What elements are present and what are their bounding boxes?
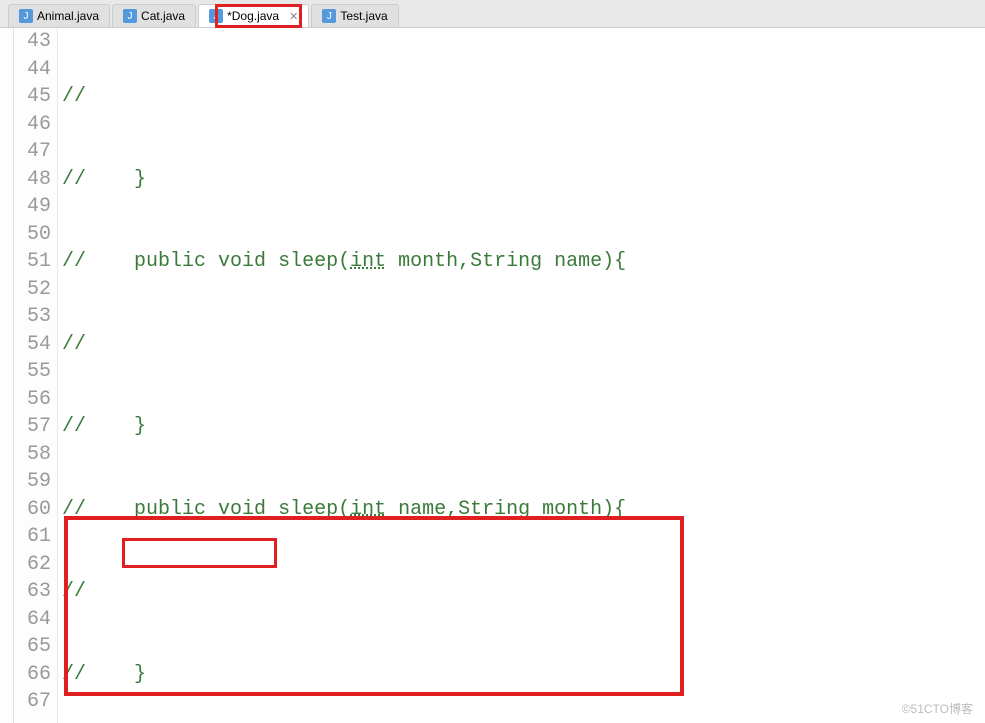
code-line: // public void sleep(int month,String na… [62,248,985,276]
line-number: 55 [14,358,51,386]
line-number: 59 [14,468,51,496]
line-number: 49 [14,193,51,221]
line-number: 60 [14,496,51,524]
tab-test[interactable]: J Test.java [311,4,398,27]
line-number: 62 [14,551,51,579]
line-number-gutter: 43 44 45 46 47 48 49 50 51 52 53 54 55 5… [14,28,58,723]
code-editor[interactable]: 43 44 45 46 47 48 49 50 51 52 53 54 55 5… [0,28,985,723]
java-file-icon: J [209,9,223,23]
code-line: // [62,83,985,111]
line-number: 53 [14,303,51,331]
tab-label: *Dog.java [227,9,279,23]
line-number: 64 [14,606,51,634]
line-number: 46 [14,111,51,139]
tab-dog[interactable]: J *Dog.java ✕ [198,4,309,27]
line-number: 44 [14,56,51,84]
tab-label: Animal.java [37,9,99,23]
line-number: 66 [14,661,51,689]
java-file-icon: J [322,9,336,23]
tab-animal[interactable]: J Animal.java [8,4,110,27]
line-number: 61 [14,523,51,551]
line-number: 45 [14,83,51,111]
java-file-icon: J [19,9,33,23]
tab-label: Cat.java [141,9,185,23]
line-number: 52 [14,276,51,304]
line-number: 48 [14,166,51,194]
tab-cat[interactable]: J Cat.java [112,4,196,27]
code-area[interactable]: // // } // public void sleep(int month,S… [58,28,985,723]
code-line: // } [62,166,985,194]
line-number: 65 [14,633,51,661]
line-number: 50 [14,221,51,249]
line-number: 51 [14,248,51,276]
editor-left-margin [0,28,14,723]
line-number: 63 [14,578,51,606]
code-line: // [62,331,985,359]
line-number: 57 [14,413,51,441]
code-line: // public void sleep(int name,String mon… [62,496,985,524]
code-line: // } [62,413,985,441]
watermark: ©51CTO博客 [902,700,973,717]
line-number: 67 [14,688,51,716]
tab-label: Test.java [340,9,387,23]
code-line: // [62,578,985,606]
code-line: // } [62,661,985,689]
tab-bar: J Animal.java J Cat.java J *Dog.java ✕ J… [0,0,985,28]
line-number: 47 [14,138,51,166]
line-number: 58 [14,441,51,469]
line-number: 43 [14,28,51,56]
java-file-icon: J [123,9,137,23]
line-number: 56 [14,386,51,414]
line-number: 54 [14,331,51,359]
close-icon[interactable]: ✕ [289,10,298,23]
